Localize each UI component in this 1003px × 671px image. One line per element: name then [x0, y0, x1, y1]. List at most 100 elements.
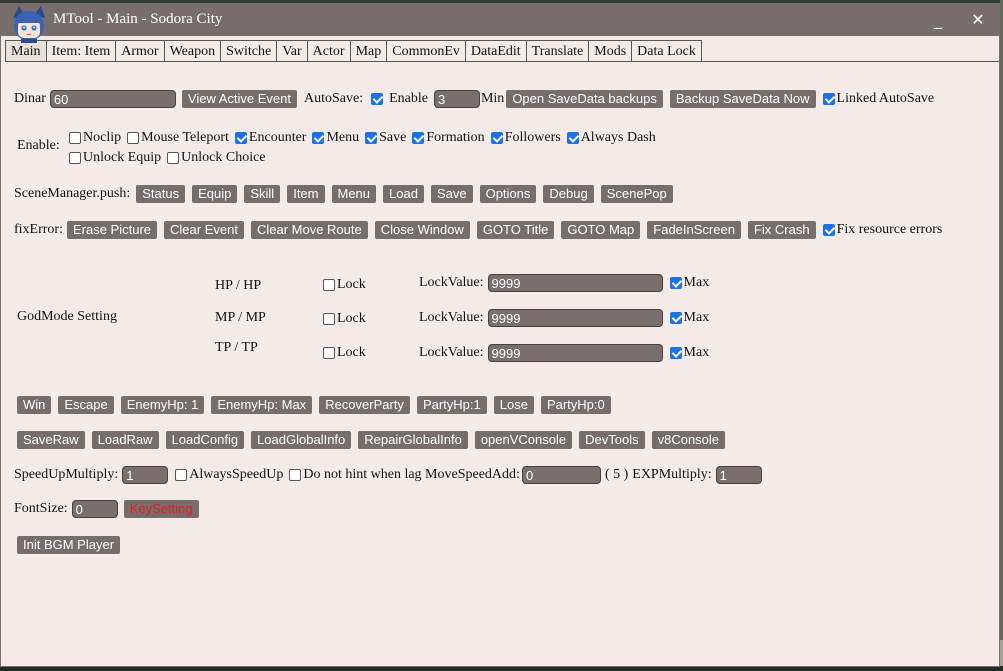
tp-lockvalue-input[interactable]: 9999 — [487, 344, 663, 362]
tab-dataedit[interactable]: DataEdit — [464, 40, 527, 62]
tab-item[interactable]: Item: Item — [45, 40, 117, 62]
dinar-label: Dinar — [14, 91, 46, 106]
no-lag-hint-checkbox[interactable] — [289, 469, 302, 481]
move-speed-input[interactable]: 0 — [521, 466, 601, 484]
fontsize-input[interactable]: 0 — [71, 500, 118, 518]
hp-lockvalue-input[interactable]: 9999 — [487, 274, 663, 292]
hp-lock-label: Lock — [337, 277, 366, 292]
scene-pop-button[interactable]: ScenePop — [600, 185, 673, 203]
tab-data-lock[interactable]: Data Lock — [631, 40, 702, 62]
party-hp-1-button[interactable]: PartyHp:1 — [416, 396, 487, 414]
tp-lock-checkbox[interactable] — [323, 347, 335, 359]
clear-event-button[interactable]: Clear Event — [164, 221, 244, 239]
devtools-button[interactable]: DevTools — [579, 431, 645, 449]
view-active-event-button[interactable]: View Active Event — [181, 90, 297, 108]
scene-skill-button[interactable]: Skill — [244, 185, 281, 203]
save-checkbox[interactable] — [365, 132, 378, 144]
dinar-input[interactable]: 60 — [49, 90, 176, 108]
tab-translate[interactable]: Translate — [525, 40, 590, 62]
menu-checkbox[interactable] — [312, 132, 325, 144]
formation-label: Formation — [426, 130, 485, 145]
menu-label: Menu — [326, 130, 360, 145]
v8-console-button[interactable]: v8Console — [651, 431, 726, 449]
open-backups-button[interactable]: Open SaveData backups — [506, 90, 663, 108]
tab-armor[interactable]: Armor — [115, 40, 165, 62]
close-window-button[interactable]: Close Window — [374, 221, 470, 239]
tab-bar: Main Item: Item Armor Weapon Switche Var… — [5, 40, 702, 62]
enemy-hp-max-button[interactable]: EnemyHp: Max — [211, 396, 313, 414]
godmode-label: GodMode Setting — [17, 309, 117, 324]
followers-checkbox[interactable] — [490, 132, 503, 144]
open-vconsole-button[interactable]: openVConsole — [474, 431, 573, 449]
tab-mods[interactable]: Mods — [588, 40, 633, 62]
fix-label: fixError: — [14, 222, 63, 237]
scene-menu-button[interactable]: Menu — [331, 185, 377, 203]
scene-save-button[interactable]: Save — [430, 185, 473, 203]
autosave-minutes-input[interactable]: 3 — [433, 90, 480, 108]
encounter-label: Encounter — [248, 130, 307, 145]
key-setting-button[interactable]: KeySetting — [123, 500, 199, 518]
scene-debug-button[interactable]: Debug — [543, 185, 594, 203]
tab-actor[interactable]: Actor — [306, 40, 351, 62]
hp-lockvalue-row: LockValue: 9999 Max — [419, 274, 715, 292]
tab-map[interactable]: Map — [349, 40, 388, 62]
fade-in-screen-button[interactable]: FadeInScreen — [647, 221, 741, 239]
formation-checkbox[interactable] — [412, 132, 425, 144]
hp-lock-checkbox[interactable] — [323, 279, 335, 291]
enemy-hp-1-button[interactable]: EnemyHp: 1 — [120, 396, 205, 414]
save-label: Save — [379, 130, 407, 145]
init-bgm-player-button[interactable]: Init BGM Player — [17, 536, 121, 554]
unlock-equip-checkbox[interactable] — [69, 152, 81, 164]
encounter-checkbox[interactable] — [234, 132, 247, 144]
repair-global-info-button[interactable]: RepairGlobalInfo — [358, 431, 468, 449]
mouse-teleport-checkbox[interactable] — [127, 132, 140, 144]
no-lag-hint-label: Do not hint when lag MoveSpeedAdd: — [303, 467, 520, 482]
mp-lock-checkbox[interactable] — [323, 313, 335, 325]
win-button[interactable]: Win — [17, 396, 52, 414]
party-hp-0-button[interactable]: PartyHp:0 — [540, 396, 611, 414]
clear-move-route-button[interactable]: Clear Move Route — [250, 221, 368, 239]
minimize-button[interactable]: _ — [923, 8, 953, 32]
tab-commonev[interactable]: CommonEv — [386, 40, 466, 62]
tab-var[interactable]: Var — [276, 40, 308, 62]
close-button[interactable]: ✕ — [963, 8, 993, 32]
always-dash-checkbox[interactable] — [566, 132, 579, 144]
scene-options-button[interactable]: Options — [479, 185, 537, 203]
title-bar[interactable]: MTool - Main - Sodora City _ ✕ — [1, 4, 999, 36]
noclip-checkbox[interactable] — [69, 132, 81, 144]
scene-load-button[interactable]: Load — [383, 185, 424, 203]
unlock-choice-checkbox[interactable] — [167, 152, 180, 164]
speedup-input[interactable]: 1 — [122, 466, 169, 484]
mp-stat-label: MP / MP — [215, 310, 266, 325]
autosave-enable-checkbox[interactable] — [371, 93, 384, 105]
tab-weapon[interactable]: Weapon — [163, 40, 222, 62]
mp-max-checkbox[interactable] — [669, 312, 682, 324]
always-dash-label: Always Dash — [580, 130, 656, 145]
always-speedup-checkbox[interactable] — [175, 469, 188, 481]
erase-picture-button[interactable]: Erase Picture — [66, 221, 158, 239]
fix-crash-button[interactable]: Fix Crash — [747, 221, 816, 239]
goto-map-button[interactable]: GOTO Map — [561, 221, 641, 239]
backup-now-button[interactable]: Backup SaveData Now — [669, 90, 816, 108]
escape-button[interactable]: Escape — [58, 396, 114, 414]
scene-item-button[interactable]: Item — [287, 185, 325, 203]
fix-resource-checkbox[interactable] — [822, 224, 835, 236]
load-raw-button[interactable]: LoadRaw — [91, 431, 159, 449]
recover-party-button[interactable]: RecoverParty — [319, 396, 410, 414]
tab-switche[interactable]: Switche — [220, 40, 278, 62]
scene-status-button[interactable]: Status — [136, 185, 186, 203]
load-global-info-button[interactable]: LoadGlobalInfo — [251, 431, 352, 449]
exp-multiply-input[interactable]: 1 — [715, 466, 762, 484]
scene-equip-button[interactable]: Equip — [192, 185, 238, 203]
mp-lockvalue-input[interactable]: 9999 — [487, 309, 663, 327]
tp-stat-label: TP / TP — [215, 340, 258, 355]
tp-lockvalue-row: LockValue: 9999 Max — [419, 344, 715, 362]
save-raw-button[interactable]: SaveRaw — [17, 431, 85, 449]
load-config-button[interactable]: LoadConfig — [165, 431, 245, 449]
hp-max-checkbox[interactable] — [669, 277, 682, 289]
tp-max-checkbox[interactable] — [669, 347, 682, 359]
lose-button[interactable]: Lose — [493, 396, 534, 414]
goto-title-button[interactable]: GOTO Title — [476, 221, 555, 239]
linked-autosave-checkbox[interactable] — [822, 93, 835, 105]
speed-row: SpeedUpMultiply: 1 AlwaysSpeedUp Do not … — [14, 466, 762, 484]
